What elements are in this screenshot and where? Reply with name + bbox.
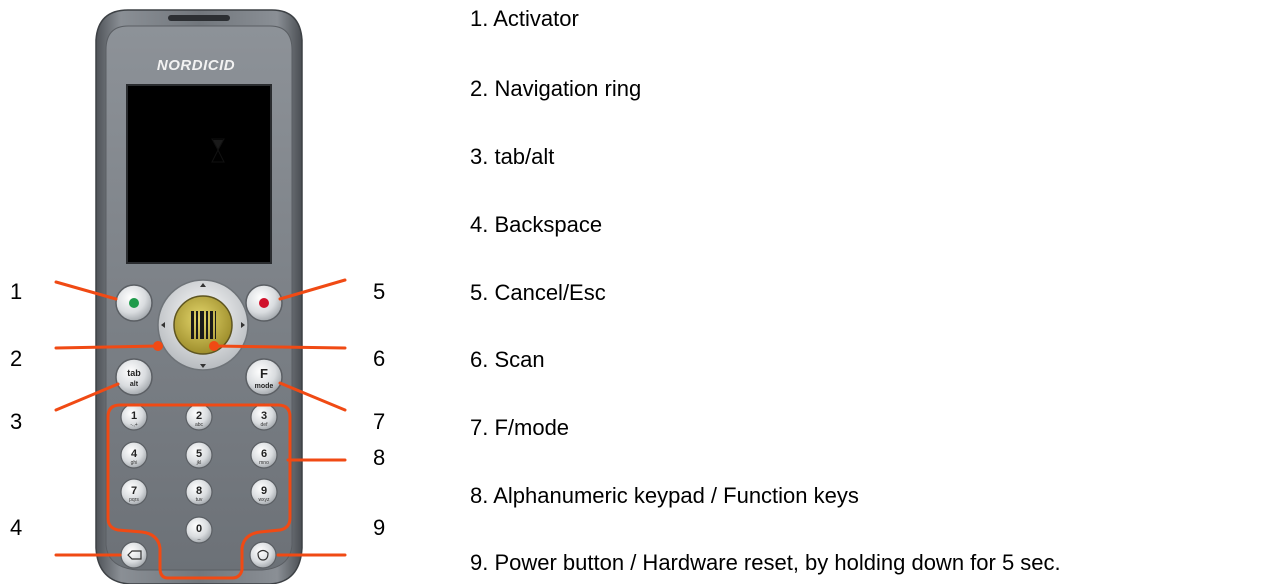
keypad-letters-label: wxyz <box>258 497 270 503</box>
keypad-letters-label: tuv <box>196 497 203 503</box>
keypad-key-8[interactable]: 8tuv <box>185 478 213 506</box>
callout-number-7: 7 <box>373 409 386 434</box>
f-key-label: F <box>260 366 268 381</box>
keypad-digit-label: 4 <box>131 448 138 460</box>
keypad-digit-label: 7 <box>131 485 137 497</box>
keypad-letters-label: def <box>261 422 269 428</box>
keypad-letters-label: pqrs <box>129 497 139 503</box>
activator-button[interactable] <box>115 284 153 322</box>
keypad-digit-label: 0 <box>196 523 202 535</box>
callout-number-9: 9 <box>373 515 386 540</box>
callout-number-6: 6 <box>373 346 386 371</box>
legend-item-scan: 6. Scan <box>470 347 545 372</box>
keypad-key-9[interactable]: 9wxyz <box>250 478 278 506</box>
cancel-dot <box>259 298 269 308</box>
legend-item-navigation-ring: 2. Navigation ring <box>470 76 642 101</box>
tab-alt-button[interactable]: tab alt <box>115 358 153 396</box>
keypad-key-6[interactable]: 6mno <box>250 441 278 469</box>
screen <box>126 84 272 264</box>
earpiece-slot <box>168 15 230 21</box>
callout-line-2 <box>54 344 160 350</box>
legend-item-backspace: 4. Backspace <box>470 212 603 237</box>
keypad-digit-label: 9 <box>261 485 267 497</box>
callout-number-3: 3 <box>10 409 23 434</box>
keypad-letters-label: _ <box>197 535 201 541</box>
keypad-digit-label: 8 <box>196 485 202 497</box>
brand-logo: NORDICID <box>157 57 235 74</box>
keypad-key-3[interactable]: 3def <box>250 403 278 431</box>
backspace-button[interactable] <box>120 541 148 569</box>
activator-dot <box>129 298 139 308</box>
legend-item-power: 9. Power button / Hardware reset, by hol… <box>470 550 1061 575</box>
power-button[interactable] <box>249 541 277 569</box>
mode-key-label: mode <box>255 383 274 390</box>
keypad-digit-label: 3 <box>261 410 267 422</box>
keypad-digit-label: 2 <box>196 410 202 422</box>
legend-item-tab-alt: 3. tab/alt <box>470 144 555 169</box>
keypad-letters-label: abc <box>195 422 204 428</box>
cancel-esc-button[interactable] <box>245 284 283 322</box>
keypad-key-4[interactable]: 4ghi <box>120 441 148 469</box>
legend-item-activator: 1. Activator <box>470 6 579 31</box>
callout-number-8: 8 <box>373 445 386 470</box>
callout-number-4: 4 <box>10 515 23 540</box>
keypad-key-2[interactable]: 2abc <box>185 403 213 431</box>
legend-item-f-mode: 7. F/mode <box>470 415 570 440</box>
keypad-letters-label: mno <box>259 460 269 466</box>
keypad-digit-label: 1 <box>131 410 137 422</box>
callout-number-5: 5 <box>373 279 386 304</box>
alt-key-label: alt <box>130 381 139 388</box>
keypad-key-0[interactable]: 0_ <box>185 516 213 544</box>
keypad-digit-label: 5 <box>196 448 202 460</box>
keypad-letters-label: jkl <box>196 460 202 466</box>
keypad-key-1[interactable]: 1-.,+ <box>120 403 148 431</box>
legend-item-keypad: 8. Alphanumeric keypad / Function keys <box>470 483 859 508</box>
callout-dot-2 <box>153 341 163 351</box>
callout-number-2: 2 <box>10 346 23 371</box>
keypad-letters-label: ghi <box>131 460 138 466</box>
callout-line-6 <box>212 344 347 350</box>
keypad-digit-label: 6 <box>261 448 267 460</box>
tab-key-label: tab <box>127 368 141 378</box>
callout-dot-6 <box>209 341 219 351</box>
keypad-key-5[interactable]: 5jkl <box>185 441 213 469</box>
legend-item-cancel-esc: 5. Cancel/Esc <box>470 280 606 305</box>
keypad-key-7[interactable]: 7pqrs <box>120 478 148 506</box>
callout-number-1: 1 <box>10 279 23 304</box>
f-mode-button[interactable]: F mode <box>245 358 283 396</box>
keypad-letters-label: -.,+ <box>130 422 137 428</box>
